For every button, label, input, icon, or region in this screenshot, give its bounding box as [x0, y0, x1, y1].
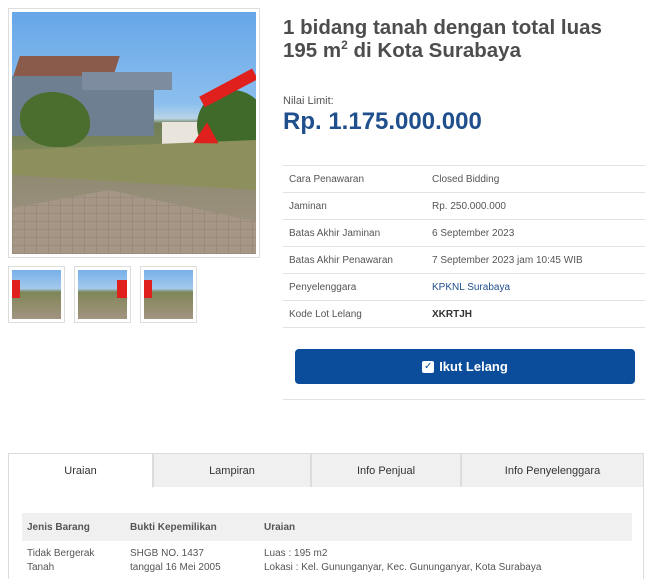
- tab-bar: Uraian Lampiran Info Penjual Info Penyel…: [8, 453, 644, 488]
- jenis-line-2: Tanah: [27, 562, 55, 573]
- thumbnail-1[interactable]: [8, 266, 65, 323]
- cell-jenis-barang: Tidak Bergerak Tanah: [22, 541, 125, 575]
- cell-bukti-kepemilikan: SHGB NO. 1437 tanggal 16 Mei 2005: [125, 541, 259, 575]
- auction-info-table: Cara Penawaran Closed Bidding Jaminan Rp…: [283, 165, 645, 328]
- header-jenis-barang: Jenis Barang: [27, 521, 90, 533]
- land-photo: [12, 12, 256, 254]
- ikut-lelang-label: Ikut Lelang: [439, 359, 508, 374]
- header-bukti-kepemilikan: Bukti Kepemilikan: [130, 521, 217, 533]
- uraian-line-2: Lokasi : Kel. Gununganyar, Kec. Gunungan…: [264, 562, 542, 573]
- check-square-icon: ✓: [422, 360, 435, 373]
- info-row-batas-akhir-penawaran: Batas Akhir Penawaran 7 September 2023 j…: [283, 246, 645, 274]
- thumbnail-image: [144, 270, 193, 319]
- info-value: XKRTJH: [432, 308, 473, 320]
- ikut-lelang-button[interactable]: ✓ Ikut Lelang: [295, 349, 635, 384]
- info-value: Rp. 250.000.000: [432, 200, 506, 212]
- limit-price: Rp. 1.175.000.000: [283, 108, 482, 135]
- detail-header-row: Jenis Barang Bukti Kepemilikan Uraian: [22, 513, 632, 541]
- info-value: Closed Bidding: [432, 173, 500, 185]
- limit-label: Nilai Limit:: [283, 95, 334, 107]
- info-label: Jaminan: [289, 200, 327, 212]
- tab-info-penyelenggara[interactable]: Info Penyelenggara: [461, 453, 644, 487]
- tab-panel-uraian: Jenis Barang Bukti Kepemilikan Uraian Ti…: [8, 487, 644, 579]
- header-uraian: Uraian: [264, 521, 296, 533]
- main-photo[interactable]: [8, 8, 260, 258]
- tab-info-penjual[interactable]: Info Penjual: [311, 453, 461, 487]
- bukti-line-1: SHGB NO. 1437: [130, 548, 204, 559]
- info-row-jaminan: Jaminan Rp. 250.000.000: [283, 192, 645, 220]
- cell-uraian: Luas : 195 m2 Lokasi : Kel. Gununganyar, …: [259, 541, 632, 575]
- info-label: Penyelenggara: [289, 281, 357, 293]
- title-tail: di Kota Surabaya: [347, 39, 521, 62]
- info-row-batas-akhir-jaminan: Batas Akhir Jaminan 6 September 2023: [283, 219, 645, 247]
- thumbnail-2[interactable]: [74, 266, 131, 323]
- penyelenggara-link[interactable]: KPKNL Surabaya: [428, 274, 645, 301]
- action-area: ✓ Ikut Lelang: [283, 339, 645, 400]
- info-label: Batas Akhir Jaminan: [289, 227, 381, 239]
- detail-table: Jenis Barang Bukti Kepemilikan Uraian Ti…: [22, 513, 632, 575]
- info-label: Batas Akhir Penawaran: [289, 254, 393, 266]
- info-row-penyelenggara: Penyelenggara KPKNL Surabaya: [283, 273, 645, 301]
- photo-roof-2: [82, 72, 172, 90]
- thumbnail-image: [12, 270, 61, 319]
- info-row-cara-penawaran: Cara Penawaran Closed Bidding: [283, 165, 645, 193]
- tab-uraian[interactable]: Uraian: [8, 453, 153, 488]
- title-superscript: 2: [341, 38, 348, 53]
- table-row: Tidak Bergerak Tanah SHGB NO. 1437 tanggal…: [22, 541, 632, 575]
- info-label: Kode Lot Lelang: [289, 308, 362, 320]
- info-row-kode-lot: Kode Lot Lelang XKRTJH: [283, 300, 645, 328]
- thumbnail-strip: [8, 266, 197, 323]
- info-value: 6 September 2023: [432, 227, 515, 239]
- photo-grass: [12, 140, 256, 190]
- info-label: Cara Penawaran: [289, 173, 365, 185]
- uraian-line-1: Luas : 195 m2: [264, 548, 328, 559]
- info-value: 7 September 2023 jam 10:45 WIB: [432, 254, 583, 266]
- bukti-line-2: tanggal 16 Mei 2005: [130, 562, 221, 573]
- listing-title: 1 bidang tanah dengan total luas 195 m2 …: [283, 16, 638, 62]
- thumbnail-image: [78, 270, 127, 319]
- tab-lampiran[interactable]: Lampiran: [153, 453, 311, 487]
- jenis-line-1: Tidak Bergerak: [27, 548, 95, 559]
- thumbnail-3[interactable]: [140, 266, 197, 323]
